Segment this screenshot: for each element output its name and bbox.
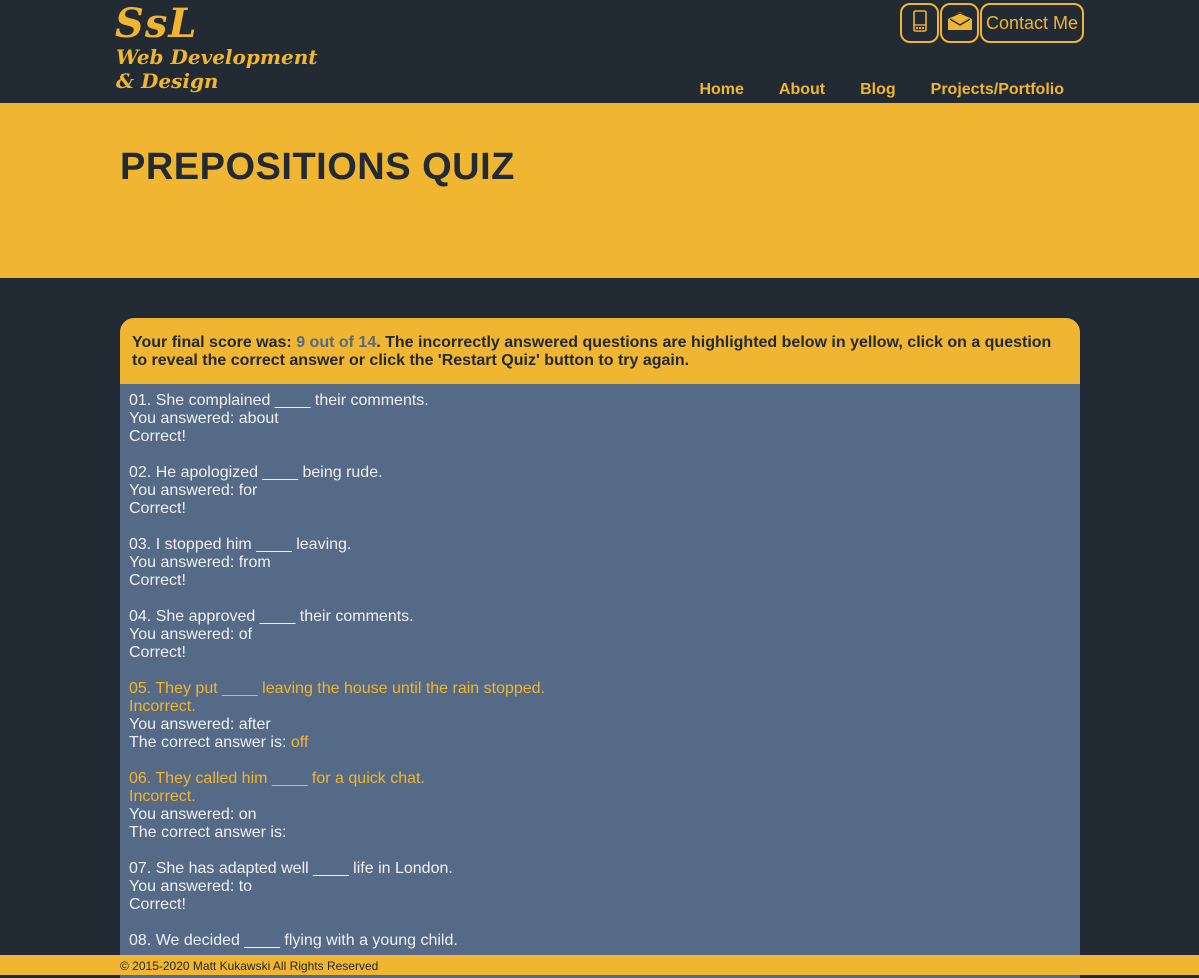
logo-mark: SsL [115, 0, 198, 47]
logo[interactable]: SsL Web Development & Design [115, 0, 318, 96]
result-status: Correct! [129, 644, 186, 661]
site-header: SsL Web Development & Design Contact Me … [0, 0, 1199, 103]
site-footer: © 2015-2020 Matt Kukawski All Rights Res… [0, 955, 1199, 975]
question-text: 06. They called him ____ for a quick cha… [129, 770, 425, 787]
your-answer: You answered: from [129, 554, 271, 571]
email-button[interactable] [940, 3, 979, 43]
result-status: Incorrect. [129, 788, 196, 805]
correct-answer-label: The correct answer is: [129, 824, 287, 841]
main-nav: Home About Blog Projects/Portfolio [664, 80, 1064, 100]
question-text: 02. He apologized ____ being rude. [129, 464, 383, 481]
question-text: 03. I stopped him ____ leaving. [129, 536, 352, 553]
mobile-phone-icon [912, 9, 927, 37]
question-text: 08. We decided ____ flying with a young … [129, 932, 458, 949]
question-text: 01. She complained ____ their comments. [129, 392, 429, 409]
question-text: 05. They put ____ leaving the house unti… [129, 680, 546, 697]
question-item[interactable]: 01. She complained ____ their comments. … [129, 392, 1071, 446]
score-prefix: Your final score was: [132, 334, 297, 351]
question-list: 01. She complained ____ their comments. … [120, 384, 1080, 950]
phone-button[interactable] [900, 3, 939, 43]
your-answer: You answered: after [129, 716, 271, 733]
nav-projects-portfolio[interactable]: Projects/Portfolio [931, 80, 1064, 100]
question-item[interactable]: 04. She approved ____ their comments. Yo… [129, 608, 1071, 662]
nav-blog[interactable]: Blog [860, 80, 896, 100]
question-item[interactable]: 02. He apologized ____ being rude. You a… [129, 464, 1071, 518]
question-item[interactable]: 03. I stopped him ____ leaving. You answ… [129, 536, 1071, 590]
result-status: Correct! [129, 572, 186, 589]
contact-me-button[interactable]: Contact Me [980, 3, 1085, 43]
your-answer: You answered: of [129, 626, 253, 643]
question-item[interactable]: 07. She has adapted well ____ life in Lo… [129, 860, 1071, 914]
logo-text-line1: Web Development [116, 45, 318, 69]
copyright-text: © 2015-2020 Matt Kukawski All Rights Res… [120, 959, 379, 973]
result-status: Correct! [129, 500, 186, 517]
correct-answer-label: The correct answer is: [129, 734, 291, 751]
nav-home[interactable]: Home [699, 80, 743, 100]
correct-answer: The correct answer is: off [129, 734, 1071, 752]
result-status: Correct! [129, 896, 186, 913]
score-value: 9 out of 14 [296, 334, 377, 351]
question-text: 04. She approved ____ their comments. [129, 608, 414, 625]
nav-about[interactable]: About [779, 80, 825, 100]
quiz-results-panel: Your final score was: 9 out of 14. The i… [120, 318, 1080, 978]
question-text: 07. She has adapted well ____ life in Lo… [129, 860, 453, 877]
result-status: Correct! [129, 428, 186, 445]
envelope-icon [947, 11, 973, 36]
score-summary: Your final score was: 9 out of 14. The i… [120, 318, 1080, 384]
hero-banner: PREPOSITIONS QUIZ [0, 103, 1199, 278]
contact-bar: Contact Me [900, 3, 1085, 43]
result-status: Incorrect. [129, 698, 196, 715]
question-item-incorrect[interactable]: 05. They put ____ leaving the house unti… [129, 680, 1071, 752]
your-answer: You answered: to [129, 878, 253, 895]
your-answer: You answered: for [129, 482, 258, 499]
your-answer: You answered: on [129, 806, 257, 823]
your-answer: You answered: about [129, 410, 279, 427]
question-item[interactable]: 08. We decided ____ flying with a young … [129, 932, 1071, 950]
logo-text-line2: & Design [116, 69, 219, 93]
correct-answer-value: off [290, 734, 309, 751]
question-item-incorrect[interactable]: 06. They called him ____ for a quick cha… [129, 770, 1071, 842]
correct-answer: The correct answer is: [129, 824, 1071, 842]
page-title: PREPOSITIONS QUIZ [120, 146, 515, 188]
